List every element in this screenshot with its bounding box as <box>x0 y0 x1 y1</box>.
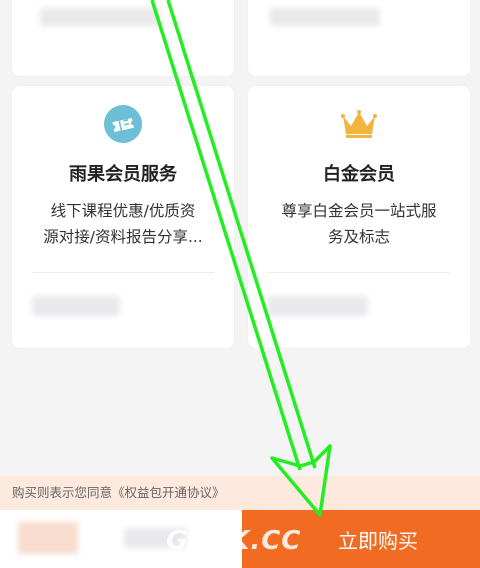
card-title: 白金会员 <box>323 164 395 185</box>
card-description-line2: 源对接/资料报告分享... <box>43 228 203 246</box>
divider <box>32 272 214 273</box>
benefit-card-platinum-member[interactable]: 白金会员 尊享白金会员一站式服 务及标志 <box>248 86 470 348</box>
blurred-price <box>268 296 368 316</box>
card-description-line1: 线下课程优惠/优质资 <box>50 202 196 220</box>
benefit-card-yuguo-member[interactable]: 雨果会员服务 线下课程优惠/优质资 源对接/资料报告分享... <box>12 86 234 348</box>
benefit-card-top-left[interactable] <box>12 0 234 76</box>
buy-now-label: 立即购买 <box>338 528 418 553</box>
watermark-logo: GASK.CC <box>166 526 302 556</box>
crown-icon <box>340 108 378 140</box>
benefit-card-top-right[interactable] <box>248 0 470 76</box>
card-description-line1: 尊享白金会员一站式服 <box>281 202 437 220</box>
blurred-text <box>270 8 380 26</box>
divider <box>268 272 450 273</box>
blurred-text <box>40 8 160 26</box>
card-title: 雨果会员服务 <box>69 164 177 185</box>
blurred-price <box>32 296 120 316</box>
purchase-agreement-text[interactable]: 购买则表示您同意《权益包开通协议》 <box>0 476 480 510</box>
blurred-price <box>18 522 78 554</box>
card-description-line2: 务及标志 <box>327 228 390 246</box>
coupon-ticket-icon <box>103 104 143 144</box>
